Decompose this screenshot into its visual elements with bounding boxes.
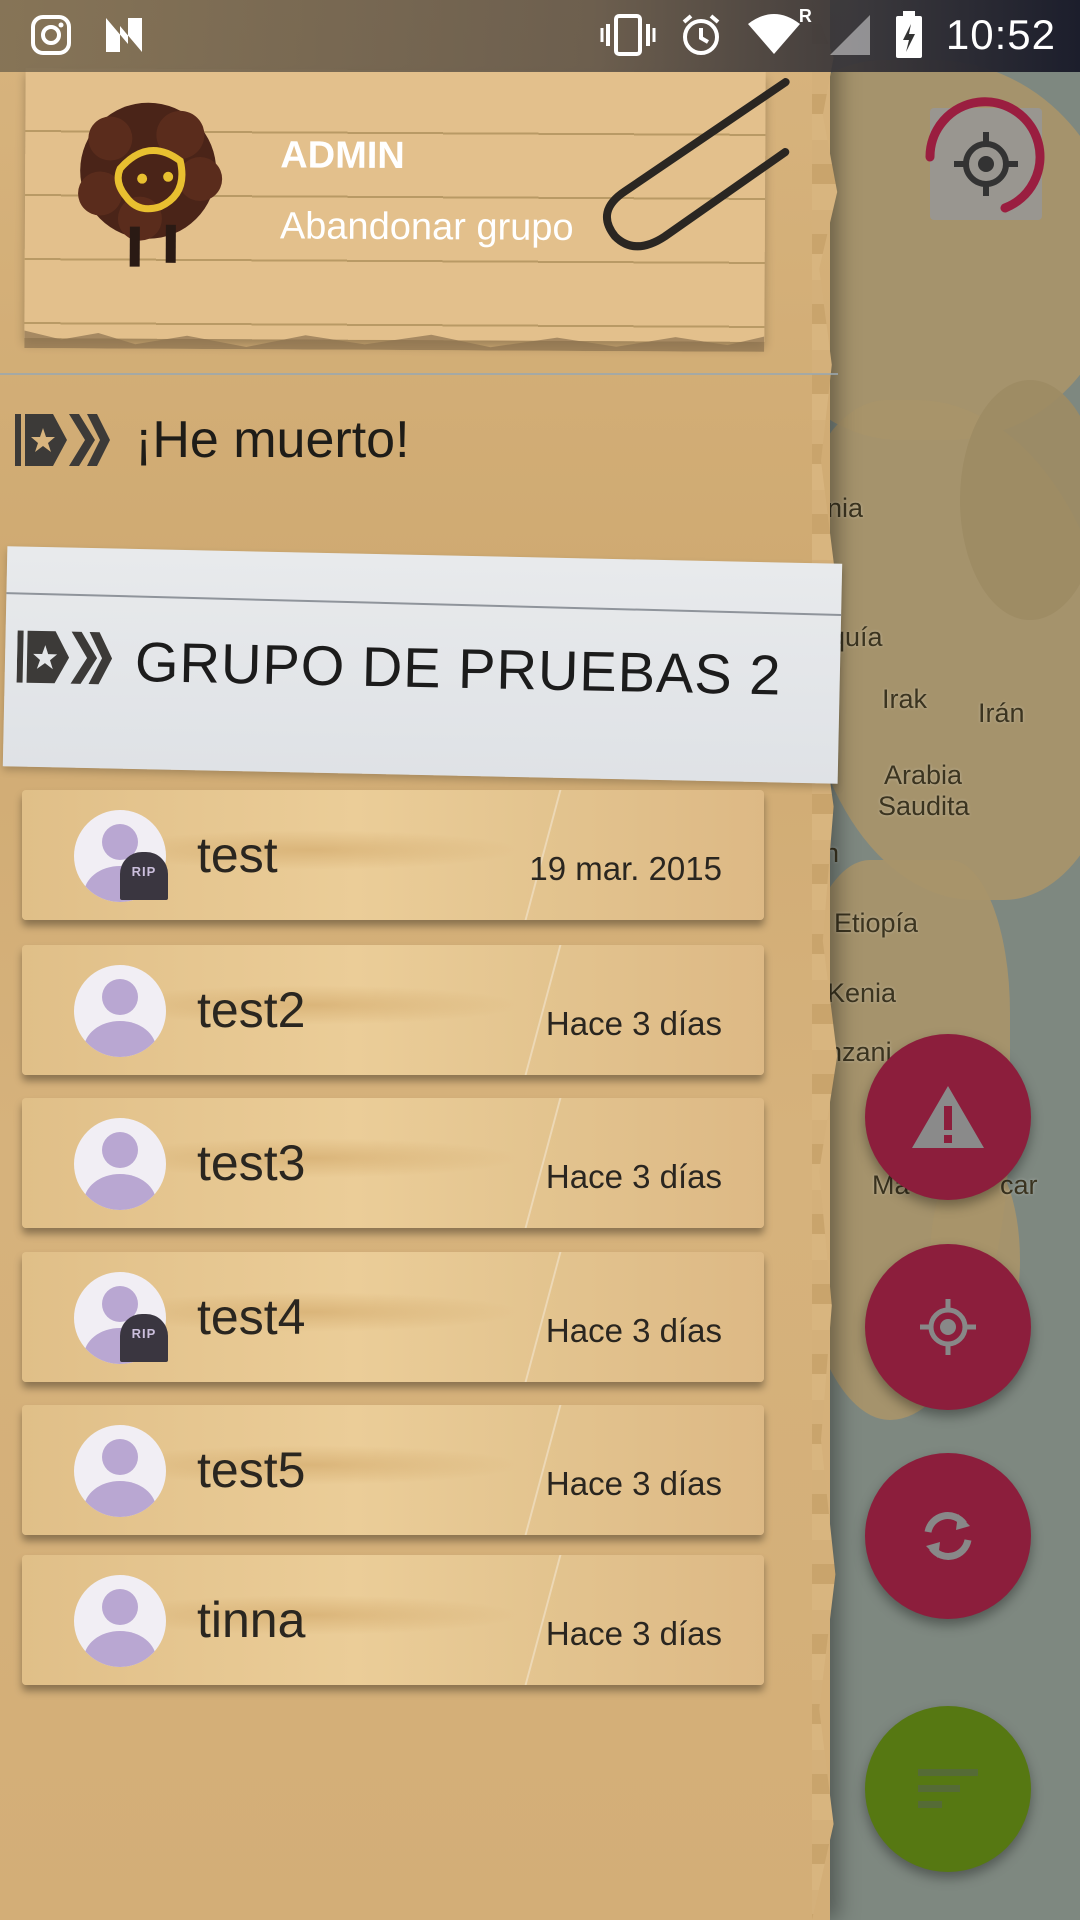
member-row[interactable]: test2 Hace 3 días [22,945,764,1075]
alert-button[interactable] [865,1034,1031,1200]
rip-tombstone-icon: RIP [120,852,168,900]
vibrate-icon [600,14,656,56]
member-name: test4 [197,1289,306,1345]
navigation-drawer: ADMIN Abandonar grupo ¡He muerto! GRUPO … [0,0,843,1920]
i-am-dead-button[interactable]: ¡He muerto! [0,400,830,480]
member-name: test5 [197,1442,306,1498]
avatar [74,1425,166,1517]
loading-spinner [925,97,1045,213]
refresh-icon [924,1512,972,1560]
member-last-seen: 19 mar. 2015 [529,850,722,887]
clock: 10:52 [945,11,1056,58]
member-row[interactable]: test3 Hace 3 días [22,1098,764,1228]
map-label: Etiopía [834,908,919,938]
warning-icon [912,1086,984,1148]
group-name: GRUPO DE PRUEBAS 2 [134,629,783,707]
user-name: ADMIN [280,134,405,178]
torn-edge [24,326,764,352]
signal-icon [829,15,870,55]
member-name: tinna [197,1592,306,1648]
divider [0,373,838,375]
member-row[interactable]: RIP test 19 mar. 2015 [22,790,764,920]
center-location-button[interactable] [865,1244,1031,1410]
instagram-icon [31,15,71,55]
map-label: Saudita [878,791,970,821]
leave-group-link[interactable]: Abandonar grupo [280,205,574,250]
star-chevrons-icon [15,414,110,466]
rip-tombstone-icon: RIP [120,1314,168,1362]
avatar [74,1118,166,1210]
map-label: Irán [978,698,1025,728]
group-header: GRUPO DE PRUEBAS 2 [2,546,843,784]
refresh-button[interactable] [865,1453,1031,1619]
crosshair-icon [920,1299,976,1355]
member-row[interactable]: test5 Hace 3 días [22,1405,764,1535]
drawer-header: ADMIN Abandonar grupo [24,68,790,342]
member-last-seen: Hace 3 días [545,1615,722,1652]
status-bar: R 10:52 [0,0,1080,72]
map-label: Arabia [884,760,963,790]
avatar [74,965,166,1057]
i-am-dead-label: ¡He muerto! [135,411,410,469]
roaming-indicator: R [798,6,812,26]
divider [6,592,842,616]
map-label: Irak [882,684,928,714]
map-label: Kenia [827,978,897,1008]
member-name: test2 [197,982,306,1038]
battery-icon [895,11,922,58]
star-chevrons-icon [16,630,113,685]
member-last-seen: Hace 3 días [545,1005,722,1042]
member-last-seen: Hace 3 días [545,1158,722,1195]
member-name: test [197,827,278,883]
member-row[interactable]: RIP test4 Hace 3 días [22,1252,764,1382]
wifi-icon: R [746,6,812,58]
n-icon [106,18,142,52]
member-name: test3 [197,1135,306,1191]
sheep-avatar-icon[interactable] [70,98,231,269]
avatar [74,1575,166,1667]
alarm-icon [682,14,720,55]
member-last-seen: Hace 3 días [545,1312,722,1349]
member-last-seen: Hace 3 días [545,1465,722,1502]
sort-lines-icon [918,1769,978,1808]
member-row[interactable]: tinna Hace 3 días [22,1555,764,1685]
filter-button[interactable] [865,1706,1031,1872]
paperclip-icon [602,78,790,251]
